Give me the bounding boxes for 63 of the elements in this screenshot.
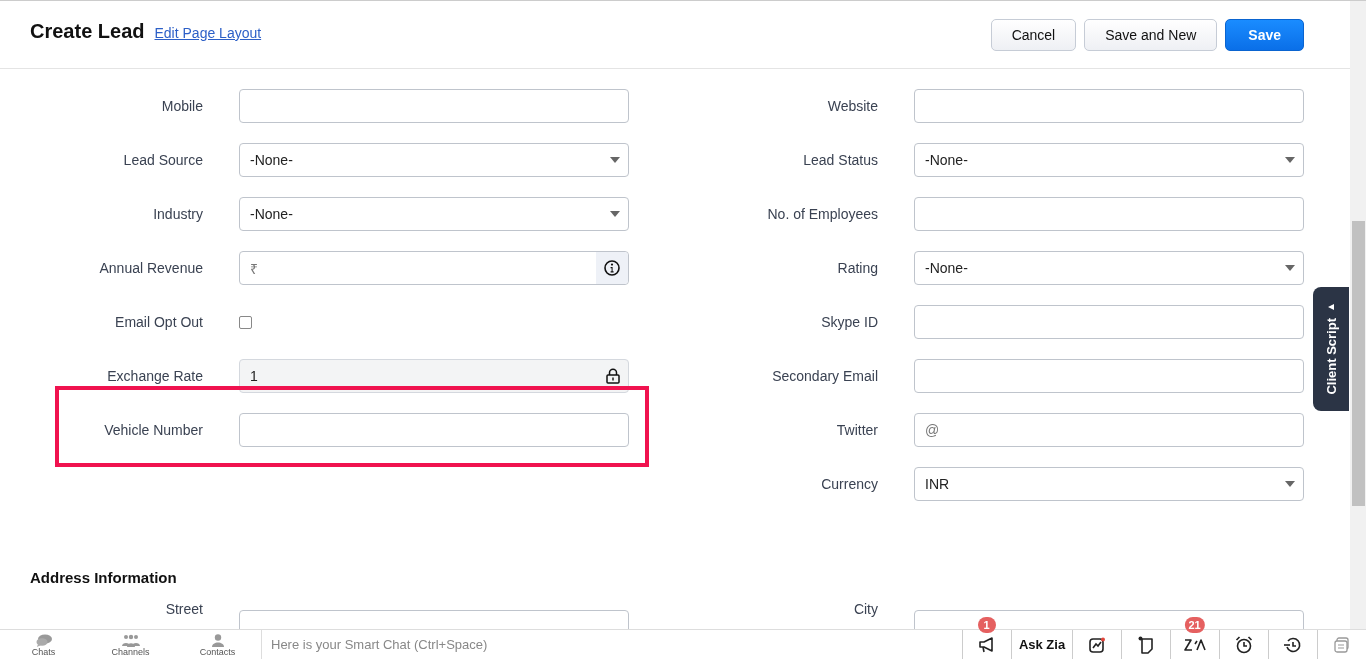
alarm-clock-icon [1235,635,1253,654]
info-icon [604,260,620,276]
input-field[interactable] [914,359,1304,393]
dropdown[interactable]: -None- [914,143,1304,177]
dropdown[interactable]: -None- [914,251,1304,285]
field-label: Skype ID [821,314,878,330]
dropdown[interactable]: -None- [239,143,629,177]
scrollbar[interactable] [1350,1,1366,630]
field-label: Vehicle Number [104,422,203,438]
input-field[interactable] [239,89,629,123]
save-button[interactable]: Save [1225,18,1304,51]
field-label: Annual Revenue [99,260,203,276]
zia-icon [1184,637,1206,652]
input-field[interactable]: ₹ [239,251,629,285]
input-field[interactable] [914,197,1304,231]
note-icon [1138,635,1154,654]
chart-icon [1089,636,1105,653]
input-field[interactable]: @ [914,413,1304,447]
field-label: No. of Employees [767,206,878,222]
field-label: Secondary Email [772,368,878,384]
field-label: Lead Source [123,152,203,168]
smart-chat-field[interactable]: Here is your Smart Chat (Ctrl+Space) [261,630,962,659]
input-field[interactable] [914,305,1304,339]
field-label: Lead Status [803,152,878,168]
page-title: Create Lead [30,20,145,43]
nav-item[interactable]: Contacts [174,630,261,659]
section-title: Address Information [30,569,178,586]
checkbox[interactable] [239,315,252,329]
notification-count: 21 [1184,617,1205,634]
field-label: Street [165,601,203,617]
dropdown[interactable]: -None- [239,197,629,231]
ask-zia-button[interactable]: Ask Zia [1011,630,1072,659]
client-script-tab[interactable]: Client Script [1313,287,1349,411]
megaphone-icon [978,636,996,653]
field-label: Exchange Rate [107,368,203,384]
chat-bubbles-icon [35,634,52,647]
field-label: Rating [837,260,878,276]
nav-item[interactable]: Chats [0,630,87,659]
field-label: Industry [153,206,203,222]
dropdown[interactable]: INR [914,467,1304,501]
input-field[interactable] [239,413,629,447]
caret-icon [1285,481,1295,487]
field-label: Currency [821,476,878,492]
lock-icon [606,368,620,384]
field-label: Mobile [161,98,203,114]
people-group-icon [121,634,140,647]
person-icon [210,634,225,647]
input-field[interactable] [914,89,1304,123]
field-label: City [853,601,878,617]
caret-icon [610,157,620,163]
edit-page-layout-link[interactable]: Edit Page Layout [154,25,262,41]
tray-icon[interactable] [1334,636,1350,653]
caret-icon [1285,157,1295,163]
history-icon [1284,635,1302,654]
field-label: Twitter [836,422,878,438]
field-label: Website [827,98,878,114]
caret-icon [1285,265,1295,271]
action-button[interactable]: Cancel [990,18,1077,51]
action-button[interactable]: Save and New [1084,18,1218,51]
nav-item[interactable]: Channels [87,630,174,659]
field-label: Email Opt Out [115,314,203,330]
caret-icon [1328,303,1334,310]
caret-icon [610,211,620,217]
